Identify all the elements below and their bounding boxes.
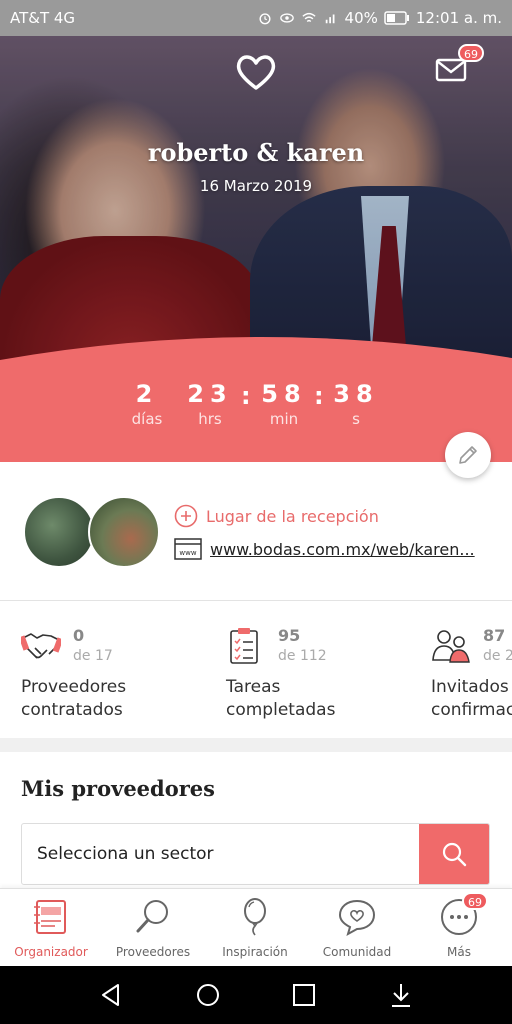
clock: 12:01 a. m.	[415, 9, 502, 27]
carrier-label: AT&T 4G	[10, 9, 76, 27]
seconds-value: 38	[333, 380, 379, 408]
venue-photo[interactable]	[88, 496, 160, 568]
stat-count: 95	[278, 626, 301, 645]
more-badge: 69	[462, 892, 488, 910]
stat-guests[interactable]: 87 de 2 Invitados confirmac	[431, 622, 512, 732]
days-value: 2	[135, 380, 159, 408]
pencil-icon	[459, 446, 477, 464]
stat-label-line: Proveedores	[21, 677, 127, 697]
wedding-date: 16 Marzo 2019	[199, 177, 313, 195]
battery-percent: 40%	[344, 9, 378, 27]
search-icon	[442, 842, 467, 867]
nav-mas[interactable]: Más	[408, 889, 510, 967]
stat-label-line: completadas	[226, 700, 336, 720]
stat-total: de 112	[278, 648, 327, 664]
wifi-icon	[301, 12, 316, 23]
chat-heart-icon	[338, 899, 376, 937]
svg-text:www: www	[179, 549, 196, 557]
heart-logo-icon	[236, 55, 276, 90]
add-reception-link[interactable]: Lugar de la recepción	[174, 504, 379, 528]
countdown: 2 días 23 hrs : 58 min : 38 s	[0, 330, 512, 462]
stat-count: 0	[73, 626, 85, 645]
section-separator	[0, 738, 512, 752]
stat-count: 87	[483, 626, 506, 645]
nav-organizador[interactable]: Organizador	[0, 889, 102, 967]
wedding-website-link[interactable]: www www.bodas.com.mx/web/karen...	[174, 538, 494, 560]
handshake-icon	[21, 633, 61, 659]
nav-comunidad[interactable]: Comunidad	[306, 889, 408, 967]
minutes-label: min	[269, 410, 299, 428]
mail-badge: 69	[458, 44, 484, 62]
planner-icon	[34, 900, 66, 934]
add-circle-icon	[174, 504, 198, 528]
countdown-days: 2 días	[122, 380, 172, 428]
stat-label-line: confirmac	[431, 700, 512, 720]
minutes-value: 58	[261, 380, 307, 408]
website-icon: www	[174, 538, 202, 560]
stat-label-line: Invitados	[431, 677, 509, 697]
stat-label: Tareas completadas	[226, 676, 406, 722]
hours-value: 23	[187, 380, 233, 408]
guests-icon	[432, 630, 470, 663]
stat-label-line: contratados	[21, 700, 123, 720]
eye-icon	[279, 13, 294, 23]
notifications-down-icon[interactable]	[386, 980, 416, 1010]
signal-icon	[325, 14, 335, 24]
alarm-icon	[259, 13, 271, 25]
stat-total: de 17	[73, 648, 113, 664]
status-bar: AT&T 4G 40% 12:01 a. m.	[0, 0, 512, 36]
nav-label: Comunidad	[322, 945, 392, 959]
bottom-nav: Organizador Proveedores Inspiración Comu…	[0, 888, 512, 966]
battery-icon	[384, 11, 409, 25]
back-icon[interactable]	[96, 980, 126, 1010]
add-reception-label: Lugar de la recepción	[206, 506, 379, 526]
stat-total: de 2	[483, 648, 512, 664]
nav-proveedores[interactable]: Proveedores	[102, 889, 204, 967]
seconds-label: s	[352, 410, 360, 428]
stat-label: Proveedores contratados	[21, 676, 201, 722]
stat-label-line: Tareas	[226, 677, 281, 697]
hours-label: hrs	[198, 410, 222, 428]
countdown-seconds: 38 s	[328, 380, 384, 428]
balloon-icon	[244, 898, 266, 936]
days-label: días	[131, 410, 163, 428]
clipboard-icon	[230, 628, 258, 664]
nav-label: Organizador	[14, 945, 88, 959]
sector-search: Selecciona un sector	[21, 823, 490, 885]
colon-separator: :	[314, 382, 324, 410]
recents-icon[interactable]	[289, 980, 319, 1010]
venue-photo[interactable]	[23, 496, 95, 568]
providers-title: Mis proveedores	[21, 776, 215, 801]
nav-label: Inspiración	[222, 945, 288, 959]
nav-label: Más	[447, 945, 471, 959]
stat-label: Invitados confirmac	[431, 676, 512, 722]
home-icon[interactable]	[193, 980, 223, 1010]
website-url: www.bodas.com.mx/web/karen...	[210, 539, 475, 559]
nav-inspiracion[interactable]: Inspiración	[204, 889, 306, 967]
sector-select[interactable]: Selecciona un sector	[22, 824, 419, 884]
nav-label: Proveedores	[115, 945, 191, 959]
colon-separator: :	[241, 382, 251, 410]
search-icon	[136, 900, 168, 933]
couple-name: roberto & karen	[147, 138, 365, 167]
countdown-hours: 23 hrs	[182, 380, 238, 428]
countdown-minutes: 58 min	[256, 380, 312, 428]
system-nav-bar	[0, 966, 512, 1024]
edit-button[interactable]	[445, 432, 491, 478]
search-button[interactable]	[419, 824, 489, 884]
divider	[0, 600, 512, 601]
